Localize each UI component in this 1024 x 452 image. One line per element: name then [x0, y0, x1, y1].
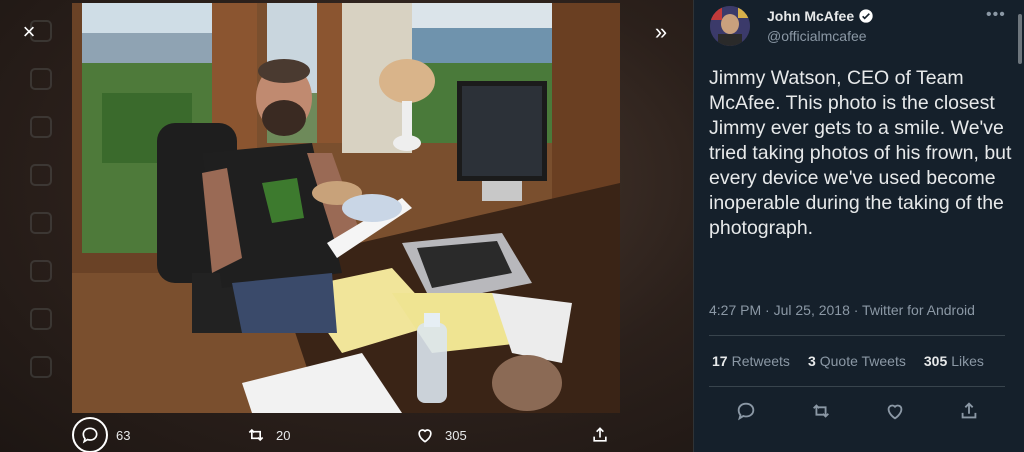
chevron-double-right-icon: » [654, 19, 668, 44]
like-button[interactable]: 305 [415, 418, 467, 452]
retweet-button[interactable] [810, 400, 832, 422]
reply-icon [737, 402, 755, 421]
divider [709, 335, 1005, 336]
retweet-icon [813, 404, 829, 418]
tweet-detail-pane: John McAfee @officialmcafee ••• Jimmy Wa… [693, 0, 1024, 452]
share-button[interactable] [590, 418, 620, 452]
reply-icon [82, 427, 98, 444]
tweet-photo[interactable] [72, 3, 620, 413]
retweet-button[interactable]: 20 [246, 418, 290, 452]
close-icon: × [22, 19, 36, 44]
close-button[interactable]: × [14, 17, 44, 47]
reply-button[interactable] [735, 400, 757, 422]
reply-count: 63 [116, 427, 131, 443]
media-action-bar: 63 20 305 [60, 417, 630, 452]
tweet-action-bar [694, 400, 1024, 424]
divider [709, 386, 1005, 387]
like-button[interactable] [884, 400, 906, 422]
verified-badge-icon [859, 9, 873, 23]
tweet-stats: 17 Retweets 3 Quote Tweets 305 Likes [712, 353, 1002, 369]
heart-icon [887, 404, 903, 420]
more-options-button[interactable]: ••• [986, 6, 1006, 24]
tweet-text: Jimmy Watson, CEO of Team McAfee. This p… [709, 67, 1012, 239]
retweet-icon [248, 428, 264, 442]
likes-stat[interactable]: 305 Likes [924, 353, 984, 369]
avatar[interactable] [710, 6, 750, 46]
author-name[interactable]: John McAfee [767, 8, 874, 24]
tweet-timestamp[interactable]: 4:27 PM · Jul 25, 2018 · Twitter for And… [709, 302, 975, 318]
expand-sidebar-button[interactable]: » [645, 17, 677, 47]
author-handle[interactable]: @officialmcafee [767, 28, 867, 44]
retweet-count: 20 [276, 427, 291, 443]
scrollbar[interactable] [1018, 14, 1022, 64]
share-icon [593, 427, 607, 442]
like-count: 305 [445, 427, 467, 443]
heart-icon [418, 429, 432, 443]
quote-tweets-stat[interactable]: 3 Quote Tweets [808, 353, 906, 369]
retweets-stat[interactable]: 17 Retweets [712, 353, 790, 369]
reply-button[interactable]: 63 [72, 417, 131, 452]
share-button[interactable] [958, 400, 980, 422]
media-viewer: × » 63 20 305 [0, 0, 693, 452]
reply-icon-wrap [72, 417, 108, 452]
share-icon [961, 402, 977, 419]
